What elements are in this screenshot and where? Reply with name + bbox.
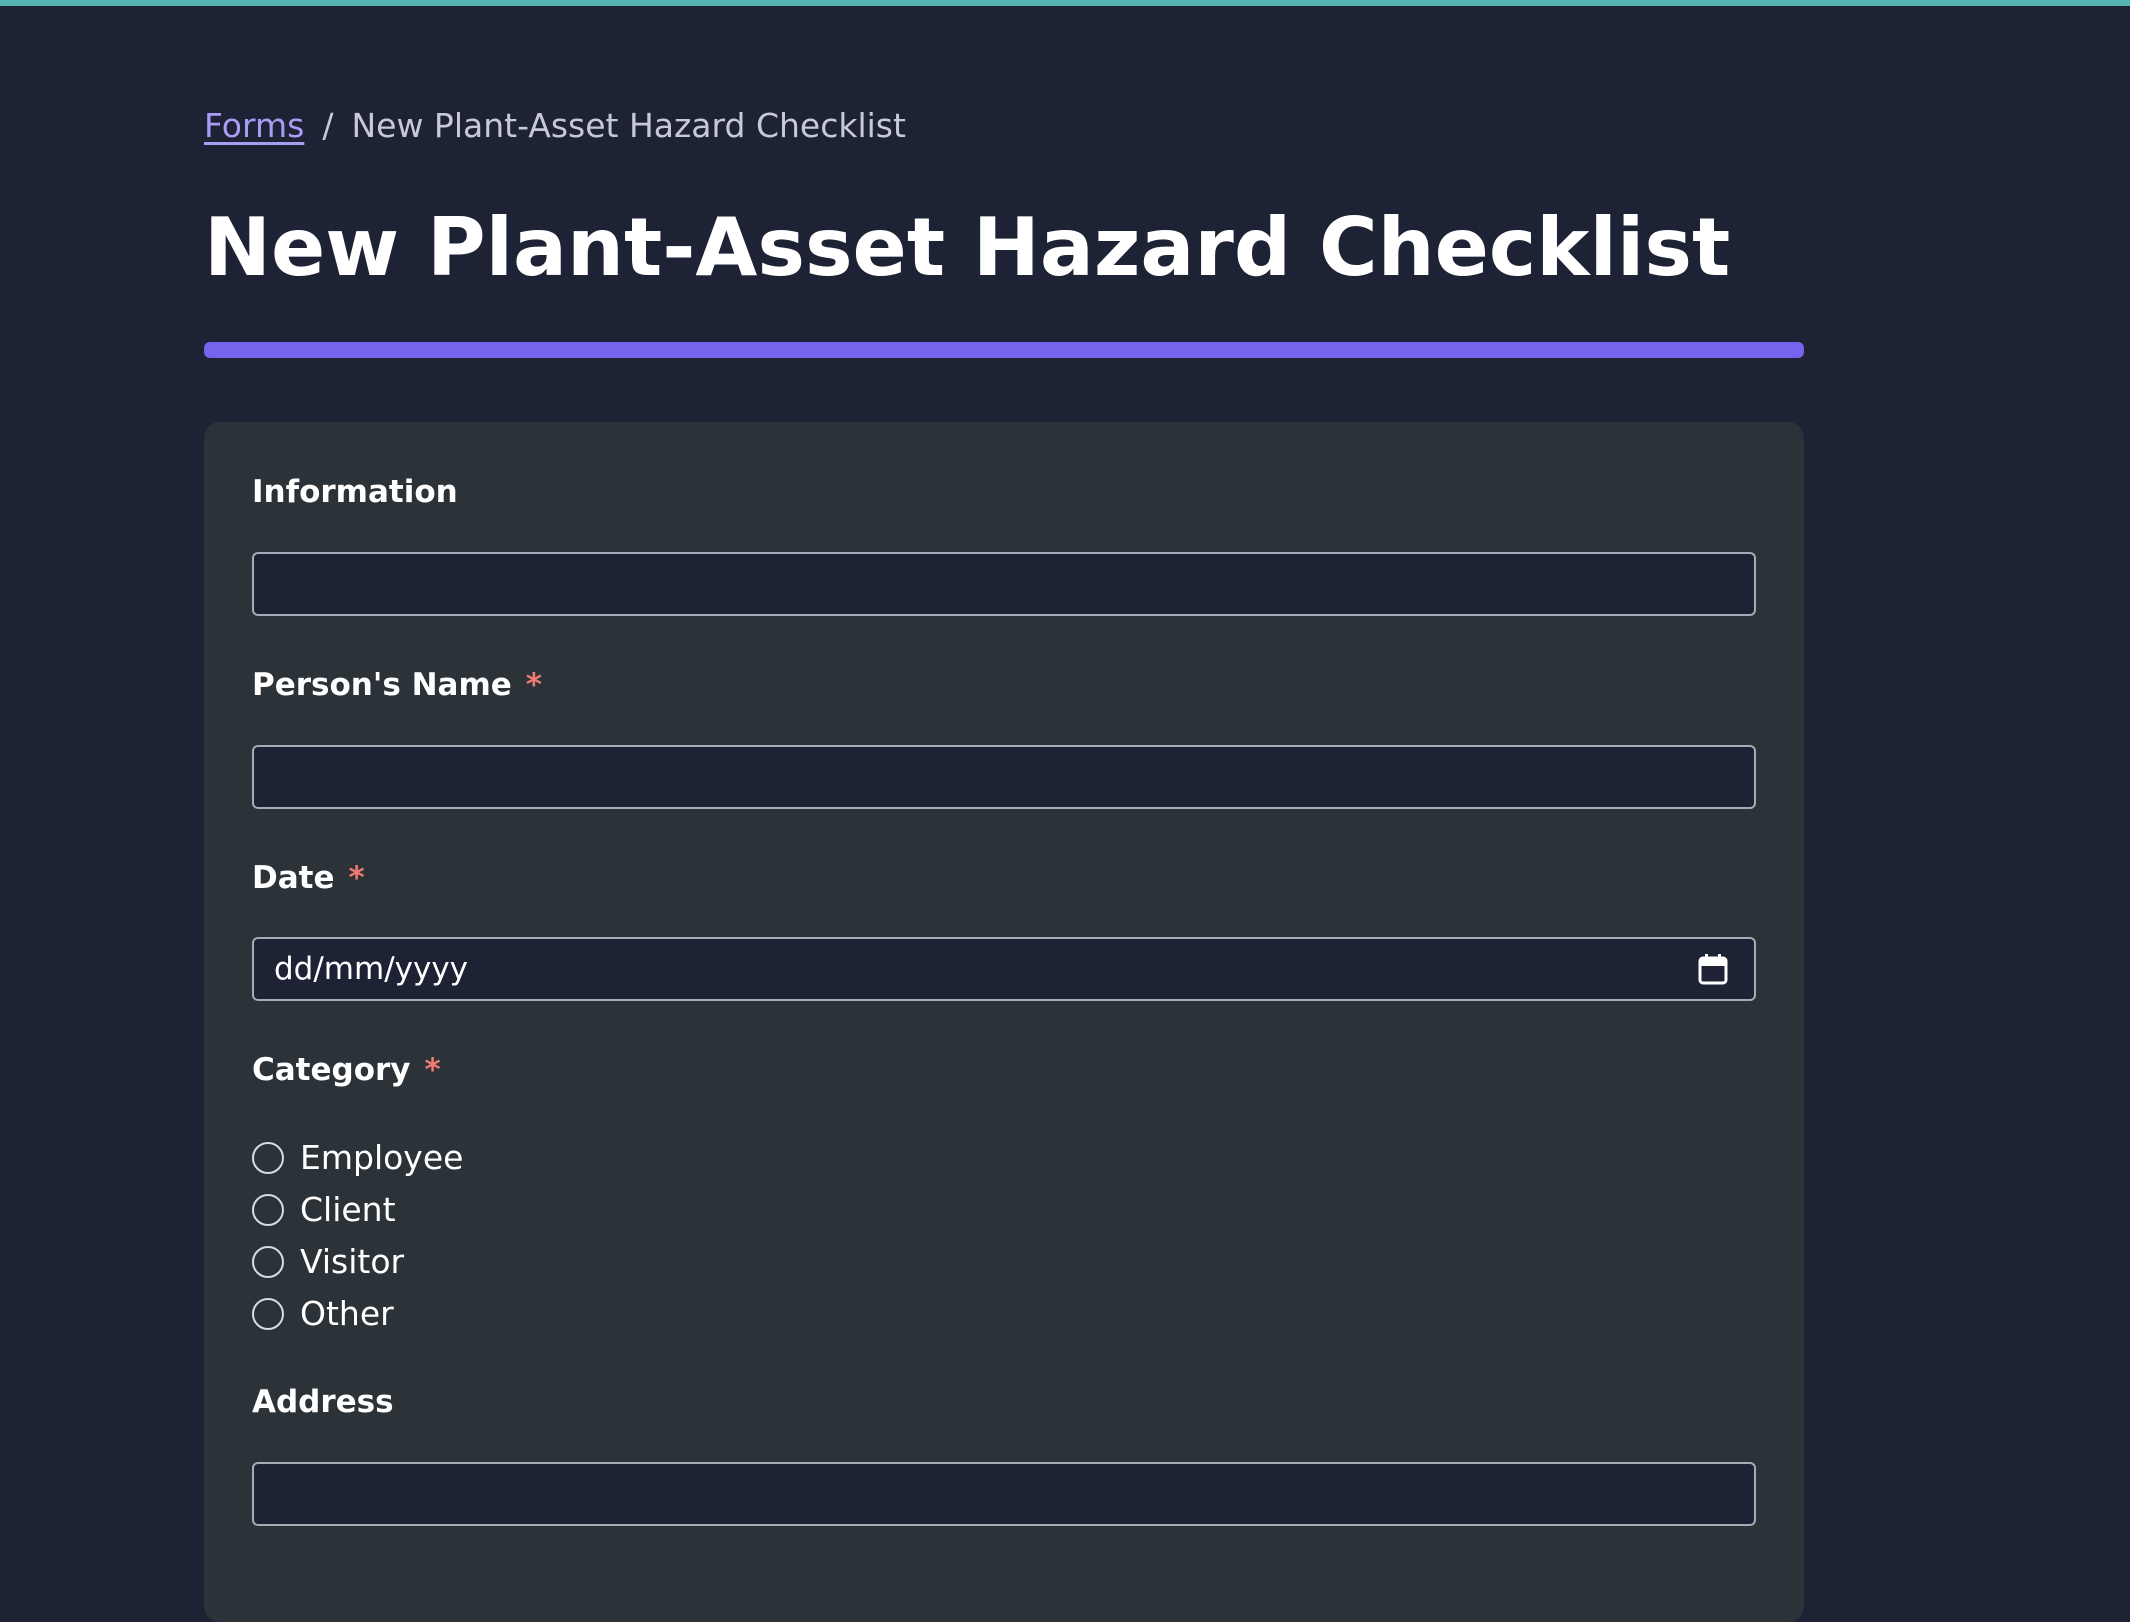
radio-label: Visitor — [300, 1242, 405, 1281]
category-label: Category * — [252, 1050, 441, 1090]
address-label: Address — [252, 1382, 394, 1422]
information-label-text: Information — [252, 474, 458, 510]
radio-button[interactable] — [252, 1194, 284, 1226]
breadcrumb: Forms / New Plant-Asset Hazard Checklist — [204, 104, 906, 148]
radio-option-client[interactable]: Client — [252, 1184, 463, 1236]
top-accent-bar — [0, 0, 2130, 6]
required-asterisk: * — [525, 667, 542, 703]
breadcrumb-link-forms[interactable]: Forms — [204, 106, 304, 145]
date-placeholder: dd/mm/yyyy — [274, 951, 469, 987]
person-name-label-text: Person's Name — [252, 667, 512, 703]
required-asterisk: * — [424, 1052, 441, 1088]
radio-label: Other — [300, 1294, 394, 1333]
calendar-icon[interactable] — [1698, 953, 1728, 985]
radio-label: Employee — [300, 1138, 464, 1177]
title-underline-bar — [204, 342, 1804, 358]
breadcrumb-current: New Plant-Asset Hazard Checklist — [351, 106, 906, 145]
date-input[interactable]: dd/mm/yyyy — [252, 937, 1756, 1001]
radio-option-other[interactable]: Other — [252, 1288, 463, 1340]
address-input[interactable] — [252, 1462, 1756, 1526]
breadcrumb-separator: / — [322, 106, 334, 145]
address-label-text: Address — [252, 1384, 394, 1420]
required-asterisk: * — [348, 860, 365, 896]
radio-button[interactable] — [252, 1298, 284, 1330]
person-name-input[interactable] — [252, 745, 1756, 809]
information-label: Information — [252, 472, 458, 512]
form-card: Information Person's Name * Date * dd/mm/y… — [204, 422, 1804, 1622]
information-input[interactable] — [252, 552, 1756, 616]
radio-option-employee[interactable]: Employee — [252, 1132, 463, 1184]
radio-button[interactable] — [252, 1142, 284, 1174]
date-label: Date * — [252, 858, 365, 898]
category-radio-group: Employee Client Visitor Other — [252, 1132, 463, 1340]
radio-option-visitor[interactable]: Visitor — [252, 1236, 463, 1288]
radio-button[interactable] — [252, 1246, 284, 1278]
date-label-text: Date — [252, 860, 335, 896]
person-name-label: Person's Name * — [252, 665, 542, 705]
category-label-text: Category — [252, 1052, 411, 1088]
page-title: New Plant-Asset Hazard Checklist — [204, 201, 1731, 294]
radio-label: Client — [300, 1190, 396, 1229]
